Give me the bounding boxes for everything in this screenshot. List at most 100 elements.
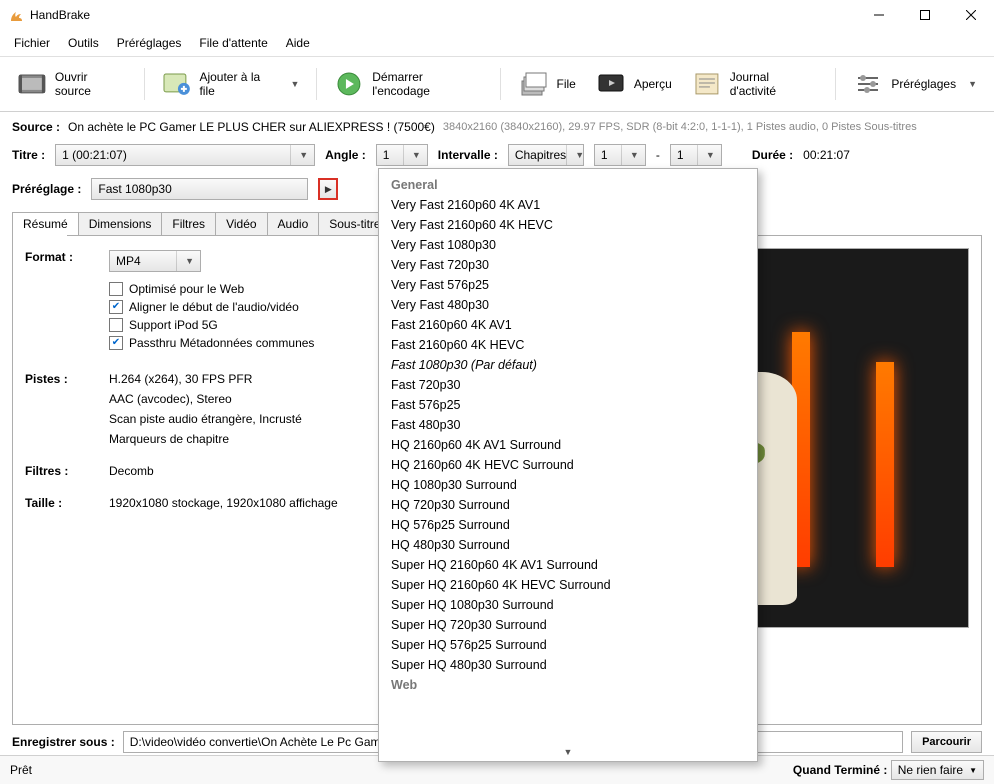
preset-option[interactable]: Fast 576p25 bbox=[379, 395, 757, 415]
chevron-down-icon: ▼ bbox=[176, 251, 194, 271]
app-icon bbox=[8, 7, 24, 23]
range-label: Intervalle : bbox=[438, 148, 498, 162]
preset-option[interactable]: Very Fast 1080p30 bbox=[379, 235, 757, 255]
titlebar: HandBrake bbox=[0, 0, 994, 30]
maximize-button[interactable] bbox=[902, 0, 948, 30]
queue-button[interactable]: File bbox=[511, 66, 582, 102]
range-separator: - bbox=[656, 148, 660, 162]
angle-dropdown[interactable]: 1 ▼ bbox=[376, 144, 428, 166]
preset-menu-button[interactable]: ▶ bbox=[318, 178, 338, 200]
format-dropdown[interactable]: MP4 ▼ bbox=[109, 250, 201, 272]
when-done-label: Quand Terminé : bbox=[793, 763, 887, 777]
range-to-value: 1 bbox=[677, 148, 684, 162]
preset-option[interactable]: Very Fast 720p30 bbox=[379, 255, 757, 275]
preset-option[interactable]: Very Fast 2160p60 4K AV1 bbox=[379, 195, 757, 215]
popup-category-general: General bbox=[379, 175, 757, 195]
when-done-value: Ne rien faire bbox=[898, 763, 963, 777]
close-button[interactable] bbox=[948, 0, 994, 30]
preset-option[interactable]: Super HQ 2160p60 4K HEVC Surround bbox=[379, 575, 757, 595]
range-to-dropdown[interactable]: 1 ▼ bbox=[670, 144, 722, 166]
format-value: MP4 bbox=[116, 254, 141, 268]
tab-audio[interactable]: Audio bbox=[267, 212, 320, 235]
preview-button[interactable]: Aperçu bbox=[589, 66, 679, 102]
tab-dimensions[interactable]: Dimensions bbox=[78, 212, 163, 235]
preset-option[interactable]: Fast 480p30 bbox=[379, 415, 757, 435]
preset-option[interactable]: Super HQ 2160p60 4K AV1 Surround bbox=[379, 555, 757, 575]
preset-option[interactable]: Very Fast 576p25 bbox=[379, 275, 757, 295]
preset-option[interactable]: Fast 720p30 bbox=[379, 375, 757, 395]
play-icon bbox=[334, 71, 364, 97]
preset-option[interactable]: Super HQ 720p30 Surround bbox=[379, 615, 757, 635]
minimize-button[interactable] bbox=[856, 0, 902, 30]
presets-label: Préréglages bbox=[891, 77, 956, 91]
preset-option[interactable]: HQ 2160p60 4K HEVC Surround bbox=[379, 455, 757, 475]
separator bbox=[835, 68, 836, 100]
chk-ipod[interactable] bbox=[109, 318, 123, 332]
chk-passthru-meta[interactable] bbox=[109, 336, 123, 350]
queue-label: File bbox=[556, 77, 575, 91]
chevron-down-icon: ▼ bbox=[621, 145, 639, 165]
add-queue-button[interactable]: Ajouter à la file ▼ bbox=[155, 65, 307, 103]
start-encode-label: Démarrer l'encodage bbox=[372, 70, 483, 98]
preset-option[interactable]: HQ 480p30 Surround bbox=[379, 535, 757, 555]
chk-ipod-label: Support iPod 5G bbox=[129, 318, 218, 332]
tab-summary[interactable]: Résumé bbox=[12, 212, 79, 235]
chevron-down-icon: ▼ bbox=[697, 145, 715, 165]
range-from-dropdown[interactable]: 1 ▼ bbox=[594, 144, 646, 166]
when-done-dropdown[interactable]: Ne rien faire ▼ bbox=[891, 760, 984, 780]
preset-option[interactable]: Super HQ 1080p30 Surround bbox=[379, 595, 757, 615]
preset-option[interactable]: HQ 1080p30 Surround bbox=[379, 475, 757, 495]
preset-option[interactable]: Fast 2160p60 4K AV1 bbox=[379, 315, 757, 335]
app-title: HandBrake bbox=[30, 8, 90, 22]
range-type-dropdown[interactable]: Chapitres ▼ bbox=[508, 144, 584, 166]
chk-web-optimized[interactable] bbox=[109, 282, 123, 296]
picture-add-icon bbox=[162, 71, 192, 97]
preset-label: Préréglage : bbox=[12, 182, 81, 196]
open-source-button[interactable]: Ouvrir source bbox=[10, 65, 134, 103]
screen-play-icon bbox=[596, 71, 626, 97]
film-icon bbox=[17, 71, 47, 97]
menu-queue[interactable]: File d'attente bbox=[191, 32, 275, 54]
menu-file[interactable]: Fichier bbox=[6, 32, 58, 54]
preset-option[interactable]: Very Fast 480p30 bbox=[379, 295, 757, 315]
chk-meta-label: Passthru Métadonnées communes bbox=[129, 336, 314, 350]
duration-value: 00:21:07 bbox=[803, 148, 850, 162]
window-controls bbox=[856, 0, 994, 30]
browse-button[interactable]: Parcourir bbox=[911, 731, 982, 753]
tab-filters[interactable]: Filtres bbox=[161, 212, 216, 235]
chevron-down-icon: ▼ bbox=[968, 79, 977, 89]
presets-button[interactable]: Préréglages ▼ bbox=[846, 66, 984, 102]
start-encode-button[interactable]: Démarrer l'encodage bbox=[327, 65, 490, 103]
preset-option[interactable]: Fast 2160p60 4K HEVC bbox=[379, 335, 757, 355]
preset-dropdown[interactable]: Fast 1080p30 bbox=[91, 178, 308, 200]
chk-web-label: Optimisé pour le Web bbox=[129, 282, 244, 296]
angle-value: 1 bbox=[383, 148, 390, 162]
menu-help[interactable]: Aide bbox=[278, 32, 318, 54]
preset-option[interactable]: Fast 1080p30 (Par défaut) bbox=[379, 355, 757, 375]
preset-option[interactable]: HQ 576p25 Surround bbox=[379, 515, 757, 535]
preset-option[interactable]: Very Fast 2160p60 4K HEVC bbox=[379, 215, 757, 235]
format-label: Format : bbox=[25, 250, 109, 264]
title-dropdown[interactable]: 1 (00:21:07) ▼ bbox=[55, 144, 315, 166]
log-icon bbox=[692, 71, 722, 97]
title-label: Titre : bbox=[12, 148, 45, 162]
save-label: Enregistrer sous : bbox=[12, 735, 115, 749]
preset-option[interactable]: HQ 720p30 Surround bbox=[379, 495, 757, 515]
chk-align-av[interactable] bbox=[109, 300, 123, 314]
source-title: On achète le PC Gamer LE PLUS CHER sur A… bbox=[68, 120, 435, 134]
menu-presets[interactable]: Préréglages bbox=[109, 32, 190, 54]
menu-tools[interactable]: Outils bbox=[60, 32, 107, 54]
tab-video[interactable]: Vidéo bbox=[215, 212, 267, 235]
separator bbox=[500, 68, 501, 100]
preset-option[interactable]: HQ 2160p60 4K AV1 Surround bbox=[379, 435, 757, 455]
preset-option[interactable]: Super HQ 480p30 Surround bbox=[379, 655, 757, 675]
preset-value: Fast 1080p30 bbox=[98, 182, 171, 196]
preset-option[interactable]: Super HQ 576p25 Surround bbox=[379, 635, 757, 655]
separator bbox=[144, 68, 145, 100]
angle-label: Angle : bbox=[325, 148, 366, 162]
activity-button[interactable]: Journal d'activité bbox=[685, 65, 826, 103]
triangle-right-icon: ▶ bbox=[325, 184, 332, 195]
toolbar: Ouvrir source Ajouter à la file ▼ Démarr… bbox=[0, 57, 994, 112]
preset-popup: General Very Fast 2160p60 4K AV1Very Fas… bbox=[378, 168, 758, 762]
open-source-label: Ouvrir source bbox=[55, 70, 127, 98]
